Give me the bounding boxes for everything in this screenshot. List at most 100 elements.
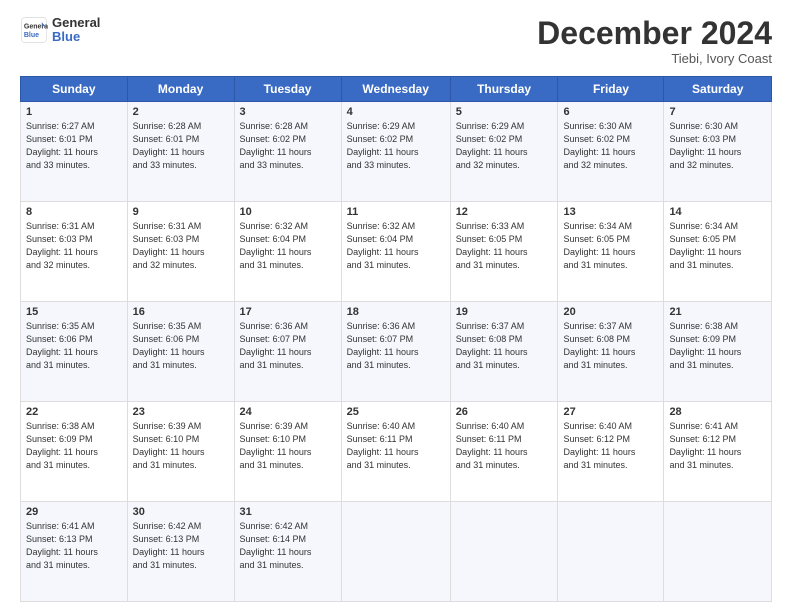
day-number: 7 <box>669 106 766 118</box>
day-info: Sunrise: 6:40 AM Sunset: 6:12 PM Dayligh… <box>563 420 658 472</box>
calendar-cell: 16 Sunrise: 6:35 AM Sunset: 6:06 PM Dayli… <box>127 302 234 402</box>
day-info: Sunrise: 6:30 AM Sunset: 6:03 PM Dayligh… <box>669 120 766 172</box>
calendar-cell: 27 Sunrise: 6:40 AM Sunset: 6:12 PM Dayli… <box>558 402 664 502</box>
day-number: 6 <box>563 106 658 118</box>
calendar-cell: 9 Sunrise: 6:31 AM Sunset: 6:03 PM Daylig… <box>127 202 234 302</box>
day-info: Sunrise: 6:27 AM Sunset: 6:01 PM Dayligh… <box>26 120 122 172</box>
calendar: Sunday Monday Tuesday Wednesday Thursday… <box>20 76 772 602</box>
day-number: 18 <box>347 306 445 318</box>
day-number: 28 <box>669 406 766 418</box>
col-thursday: Thursday <box>450 77 558 102</box>
day-info: Sunrise: 6:30 AM Sunset: 6:02 PM Dayligh… <box>563 120 658 172</box>
header: General Blue General Blue December 2024 … <box>20 16 772 66</box>
day-number: 29 <box>26 506 122 518</box>
logo: General Blue General Blue <box>20 16 100 45</box>
day-number: 22 <box>26 406 122 418</box>
calendar-cell: 13Sunrise: 6:34 AM Sunset: 6:05 PM Dayli… <box>558 202 664 302</box>
calendar-cell: 6 Sunrise: 6:30 AM Sunset: 6:02 PM Daylig… <box>558 102 664 202</box>
calendar-cell: 24 Sunrise: 6:39 AM Sunset: 6:10 PM Dayli… <box>234 402 341 502</box>
day-number: 16 <box>133 306 229 318</box>
calendar-cell: 25Sunrise: 6:40 AM Sunset: 6:11 PM Dayli… <box>341 402 450 502</box>
day-info: Sunrise: 6:31 AM Sunset: 6:03 PM Dayligh… <box>26 220 122 272</box>
day-info: Sunrise: 6:35 AM Sunset: 6:06 PM Dayligh… <box>133 320 229 372</box>
col-friday: Friday <box>558 77 664 102</box>
col-saturday: Saturday <box>664 77 772 102</box>
col-sunday: Sunday <box>21 77 128 102</box>
calendar-cell: 5 Sunrise: 6:29 AM Sunset: 6:02 PM Daylig… <box>450 102 558 202</box>
day-info: Sunrise: 6:34 AM Sunset: 6:05 PM Dayligh… <box>669 220 766 272</box>
calendar-cell: 20 Sunrise: 6:37 AM Sunset: 6:08 PM Dayli… <box>558 302 664 402</box>
calendar-table: Sunday Monday Tuesday Wednesday Thursday… <box>20 76 772 602</box>
calendar-cell <box>450 502 558 602</box>
day-info: Sunrise: 6:41 AM Sunset: 6:12 PM Dayligh… <box>669 420 766 472</box>
day-number: 19 <box>456 306 553 318</box>
day-info: Sunrise: 6:33 AM Sunset: 6:05 PM Dayligh… <box>456 220 553 272</box>
day-info: Sunrise: 6:28 AM Sunset: 6:01 PM Dayligh… <box>133 120 229 172</box>
day-info: Sunrise: 6:36 AM Sunset: 6:07 PM Dayligh… <box>240 320 336 372</box>
calendar-cell: 14 Sunrise: 6:34 AM Sunset: 6:05 PM Dayli… <box>664 202 772 302</box>
col-tuesday: Tuesday <box>234 77 341 102</box>
day-number: 24 <box>240 406 336 418</box>
day-info: Sunrise: 6:38 AM Sunset: 6:09 PM Dayligh… <box>26 420 122 472</box>
calendar-cell <box>664 502 772 602</box>
day-info: Sunrise: 6:35 AM Sunset: 6:06 PM Dayligh… <box>26 320 122 372</box>
day-number: 12 <box>456 206 553 218</box>
calendar-week-5: 29Sunrise: 6:41 AM Sunset: 6:13 PM Dayli… <box>21 502 772 602</box>
calendar-cell: 31 Sunrise: 6:42 AM Sunset: 6:14 PM Dayli… <box>234 502 341 602</box>
day-info: Sunrise: 6:38 AM Sunset: 6:09 PM Dayligh… <box>669 320 766 372</box>
day-info: Sunrise: 6:39 AM Sunset: 6:10 PM Dayligh… <box>240 420 336 472</box>
day-info: Sunrise: 6:32 AM Sunset: 6:04 PM Dayligh… <box>347 220 445 272</box>
day-number: 5 <box>456 106 553 118</box>
day-number: 9 <box>133 206 229 218</box>
day-info: Sunrise: 6:31 AM Sunset: 6:03 PM Dayligh… <box>133 220 229 272</box>
calendar-cell: 11 Sunrise: 6:32 AM Sunset: 6:04 PM Dayli… <box>341 202 450 302</box>
day-number: 31 <box>240 506 336 518</box>
calendar-cell: 28 Sunrise: 6:41 AM Sunset: 6:12 PM Dayli… <box>664 402 772 502</box>
day-number: 26 <box>456 406 553 418</box>
calendar-week-1: 1 Sunrise: 6:27 AM Sunset: 6:01 PM Daylig… <box>21 102 772 202</box>
logo-line1: General <box>52 16 100 30</box>
day-number: 11 <box>347 206 445 218</box>
day-number: 13 <box>563 206 658 218</box>
day-info: Sunrise: 6:42 AM Sunset: 6:14 PM Dayligh… <box>240 520 336 572</box>
day-number: 15 <box>26 306 122 318</box>
calendar-cell <box>558 502 664 602</box>
calendar-cell: 8 Sunrise: 6:31 AM Sunset: 6:03 PM Daylig… <box>21 202 128 302</box>
calendar-cell: 19 Sunrise: 6:37 AM Sunset: 6:08 PM Dayli… <box>450 302 558 402</box>
day-number: 14 <box>669 206 766 218</box>
logo-icon: General Blue <box>20 16 48 44</box>
month-title: December 2024 <box>537 16 772 51</box>
calendar-cell: 29Sunrise: 6:41 AM Sunset: 6:13 PM Dayli… <box>21 502 128 602</box>
day-number: 30 <box>133 506 229 518</box>
day-number: 21 <box>669 306 766 318</box>
day-info: Sunrise: 6:29 AM Sunset: 6:02 PM Dayligh… <box>456 120 553 172</box>
day-info: Sunrise: 6:42 AM Sunset: 6:13 PM Dayligh… <box>133 520 229 572</box>
day-info: Sunrise: 6:29 AM Sunset: 6:02 PM Dayligh… <box>347 120 445 172</box>
calendar-cell: 4 Sunrise: 6:29 AM Sunset: 6:02 PM Daylig… <box>341 102 450 202</box>
day-number: 17 <box>240 306 336 318</box>
calendar-cell: 7 Sunrise: 6:30 AM Sunset: 6:03 PM Daylig… <box>664 102 772 202</box>
calendar-cell: 23Sunrise: 6:39 AM Sunset: 6:10 PM Dayli… <box>127 402 234 502</box>
day-info: Sunrise: 6:37 AM Sunset: 6:08 PM Dayligh… <box>563 320 658 372</box>
day-number: 20 <box>563 306 658 318</box>
calendar-cell: 1 Sunrise: 6:27 AM Sunset: 6:01 PM Daylig… <box>21 102 128 202</box>
col-monday: Monday <box>127 77 234 102</box>
calendar-week-2: 8 Sunrise: 6:31 AM Sunset: 6:03 PM Daylig… <box>21 202 772 302</box>
calendar-week-4: 22 Sunrise: 6:38 AM Sunset: 6:09 PM Dayli… <box>21 402 772 502</box>
day-number: 10 <box>240 206 336 218</box>
page: General Blue General Blue December 2024 … <box>0 0 792 612</box>
day-number: 23 <box>133 406 229 418</box>
calendar-cell: 17 Sunrise: 6:36 AM Sunset: 6:07 PM Dayli… <box>234 302 341 402</box>
day-number: 27 <box>563 406 658 418</box>
calendar-cell: 15 Sunrise: 6:35 AM Sunset: 6:06 PM Dayli… <box>21 302 128 402</box>
day-info: Sunrise: 6:37 AM Sunset: 6:08 PM Dayligh… <box>456 320 553 372</box>
calendar-cell: 12 Sunrise: 6:33 AM Sunset: 6:05 PM Dayli… <box>450 202 558 302</box>
day-number: 1 <box>26 106 122 118</box>
calendar-cell: 22 Sunrise: 6:38 AM Sunset: 6:09 PM Dayli… <box>21 402 128 502</box>
day-info: Sunrise: 6:28 AM Sunset: 6:02 PM Dayligh… <box>240 120 336 172</box>
calendar-cell: 21 Sunrise: 6:38 AM Sunset: 6:09 PM Dayli… <box>664 302 772 402</box>
day-number: 4 <box>347 106 445 118</box>
day-number: 25 <box>347 406 445 418</box>
day-number: 8 <box>26 206 122 218</box>
calendar-cell: 18Sunrise: 6:36 AM Sunset: 6:07 PM Dayli… <box>341 302 450 402</box>
